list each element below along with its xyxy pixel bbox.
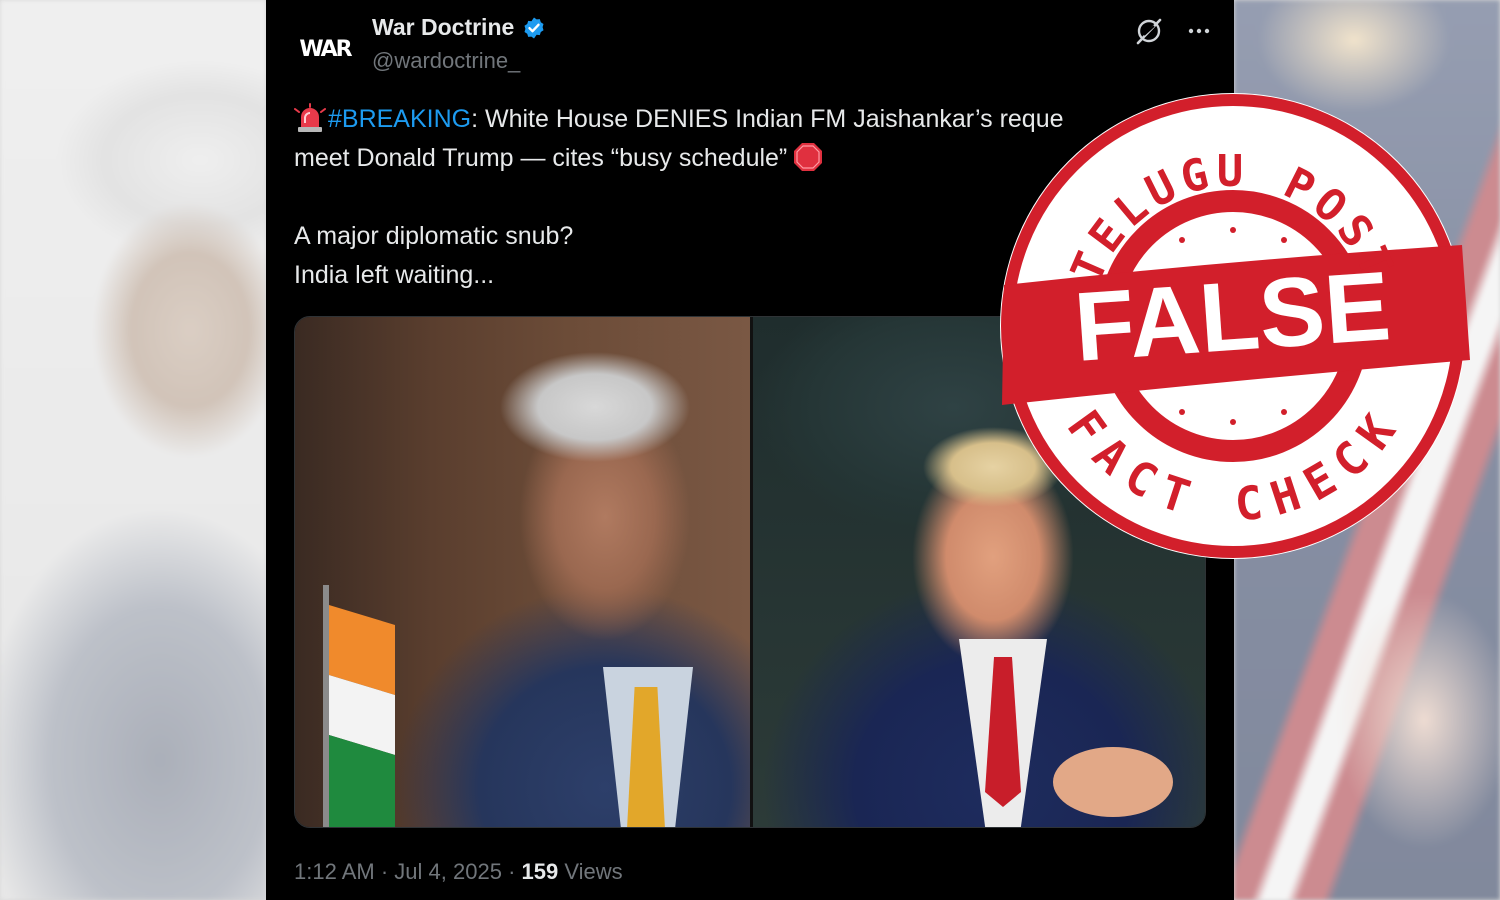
background-photo-left (0, 0, 266, 900)
views-count: 159 (521, 859, 559, 884)
false-fact-check-stamp: FALSE TELUGU POST FACT CHECK (1000, 93, 1470, 559)
avatar[interactable]: WAR (294, 18, 356, 80)
siren-emoji-icon (294, 103, 326, 132)
tweet-line-2-text: meet Donald Trump — cites “busy schedule… (294, 144, 788, 172)
handle[interactable]: @wardoctrine_ (372, 48, 520, 74)
tweet-meta: 1:12 AM · Jul 4, 2025 · 159 Views (294, 859, 623, 885)
stop-sign-emoji-icon (794, 143, 823, 171)
verified-badge-icon (524, 17, 544, 38)
author-row: War Doctrine (372, 14, 546, 41)
hashtag-breaking-link[interactable]: #BREAKING (328, 105, 471, 133)
clasped-hands (1053, 747, 1173, 817)
stamp-center-text: FALSE (1071, 250, 1394, 382)
indian-flag-icon (323, 585, 395, 827)
tweet-time[interactable]: 1:12 AM (294, 859, 375, 884)
more-options-icon[interactable] (1186, 18, 1212, 44)
meta-separator: · (380, 859, 389, 884)
display-name[interactable]: War Doctrine (372, 14, 514, 41)
tweet-line-1-text: : White House DENIES Indian FM Jaishanka… (471, 105, 1064, 133)
tweet-date[interactable]: Jul 4, 2025 (394, 859, 502, 884)
meta-separator-2: · (508, 859, 516, 884)
tweet-actions-top (1134, 16, 1212, 46)
grok-icon[interactable] (1134, 16, 1164, 46)
views-label: Views (564, 859, 623, 884)
photo-left[interactable] (295, 317, 750, 827)
